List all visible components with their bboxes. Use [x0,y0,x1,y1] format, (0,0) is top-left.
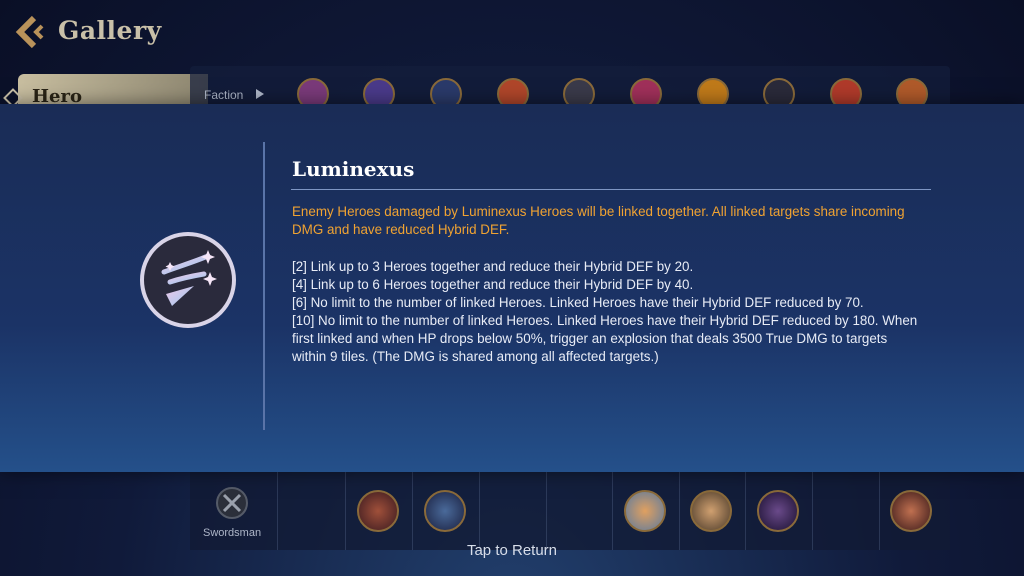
roster-divider [812,472,813,550]
tier-4: [4] Link up to 6 Heroes together and red… [292,277,694,292]
luminexus-emblem-icon [140,232,236,328]
title-divider [291,189,931,190]
hero-portrait[interactable] [757,490,799,532]
tier-6: [6] No limit to the number of linked Her… [292,295,864,310]
faction-filter-label: Faction [204,88,244,102]
crossed-swords-icon[interactable] [216,487,248,519]
hero-roster [190,472,950,550]
tier-10: [10] No limit to the number of linked He… [292,313,918,364]
play-arrow-icon [256,89,264,99]
roster-divider [345,472,346,550]
swords-glyph [222,493,242,513]
roster-divider [546,472,547,550]
roster-divider [479,472,480,550]
hero-portrait[interactable] [357,490,399,532]
hero-portrait[interactable] [890,490,932,532]
tap-to-return-button[interactable]: Tap to Return [0,542,1024,559]
shooting-star-icon [161,250,217,306]
roster-divider [679,472,680,550]
faction-tier-list: [2] Link up to 3 Heroes together and red… [292,258,922,366]
back-button[interactable] [12,14,48,50]
roster-divider [745,472,746,550]
roster-divider [612,472,613,550]
hero-portrait[interactable] [624,490,666,532]
chevron-left-icon [15,15,44,49]
page-title: Gallery [58,16,162,45]
roster-divider [277,472,278,550]
hero-portrait[interactable] [690,490,732,532]
roster-divider [879,472,880,550]
role-label: Swordsman [203,527,262,539]
panel-divider [263,142,265,430]
roster-divider [412,472,413,550]
tier-2: [2] Link up to 3 Heroes together and red… [292,259,694,274]
faction-name: Luminexus [292,157,415,181]
hero-portrait[interactable] [424,490,466,532]
faction-description: Enemy Heroes damaged by Luminexus Heroes… [292,204,905,237]
